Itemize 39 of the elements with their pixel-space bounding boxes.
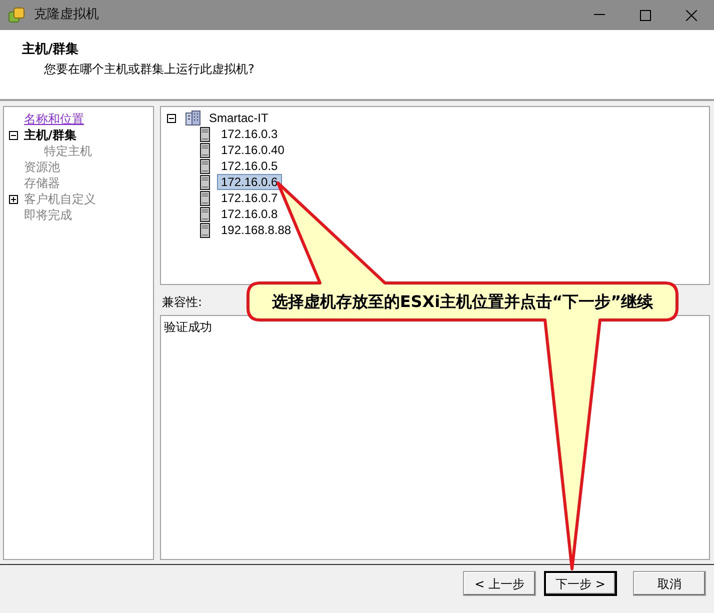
- tree-item[interactable]: 172.16.0.8: [217, 206, 282, 222]
- tree-item[interactable]: 172.16.0.40: [217, 142, 288, 158]
- wizard-step[interactable]: 名称和位置: [24, 112, 84, 126]
- collapse-icon[interactable]: [9, 131, 18, 140]
- wizard-step: 资源池: [24, 160, 60, 174]
- page-title: 主机/群集: [22, 40, 80, 59]
- wizard-step: 存储器: [24, 176, 60, 190]
- callout-text: 选择虚机存放至的ESXi主机位置并点击“下一步”继续: [272, 290, 654, 312]
- server-icon: [200, 206, 210, 222]
- next-button[interactable]: 下一步 >: [544, 571, 617, 596]
- wizard-step: 特定主机: [44, 144, 92, 158]
- page-subtitle: 您要在哪个主机或群集上运行此虚拟机?: [43, 60, 256, 78]
- tree-item[interactable]: 192.168.8.88: [217, 222, 296, 238]
- building-icon: [185, 110, 201, 126]
- compatibility-message: 验证成功: [164, 320, 212, 334]
- maximize-icon[interactable]: [640, 10, 650, 20]
- tree-item[interactable]: 172.16.0.7: [217, 190, 282, 206]
- tree-item[interactable]: 172.16.0.5: [217, 158, 282, 174]
- wizard-step: 客户机自定义: [24, 192, 96, 206]
- wizard-step: 主机/群集: [24, 128, 76, 142]
- tree-item[interactable]: Smartac-IT: [205, 110, 272, 126]
- expand-icon[interactable]: [9, 195, 18, 204]
- close-icon[interactable]: [686, 10, 696, 20]
- cancel-button[interactable]: 取消: [633, 571, 706, 596]
- server-icon: [200, 126, 210, 142]
- server-icon: [200, 142, 210, 158]
- back-button[interactable]: < 上一步: [463, 571, 536, 596]
- minimize-icon[interactable]: [594, 14, 604, 16]
- wizard-step: 即将完成: [24, 208, 72, 222]
- server-icon: [200, 222, 210, 238]
- tree-item[interactable]: 172.16.0.6: [217, 174, 282, 190]
- app-icon: [8, 7, 26, 23]
- window-title: 克隆虚拟机: [34, 6, 99, 24]
- server-icon: [200, 174, 210, 190]
- server-icon: [200, 158, 210, 174]
- tree-item[interactable]: 172.16.0.3: [217, 126, 282, 142]
- collapse-icon[interactable]: [167, 114, 176, 122]
- compatibility-label: 兼容性:: [162, 295, 202, 309]
- server-icon: [200, 190, 210, 206]
